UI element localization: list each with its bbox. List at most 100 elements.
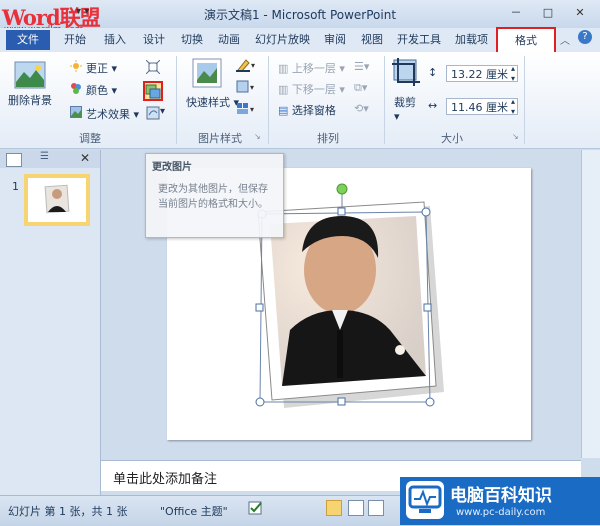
tab-developer[interactable]: 开发工具 <box>397 31 441 49</box>
rotate-icon[interactable]: ⟲▾ <box>354 102 369 115</box>
height-field[interactable]: 13.22 厘米 ▴ ▾ <box>446 64 518 83</box>
outline-tab-icon[interactable]: ☰ <box>40 151 60 165</box>
art-effects-icon <box>70 106 82 118</box>
slides-tab-icon[interactable] <box>6 153 22 167</box>
tooltip: 更改图片 更改为其他图片，但保存当前图片的格式和大小。 <box>145 153 284 238</box>
resize-handle <box>255 397 265 407</box>
slide-info: 幻灯片 第 1 张，共 1 张 <box>8 505 128 518</box>
send-backward-button[interactable]: ▥ 下移一层 ▾ <box>278 81 345 97</box>
slide-thumbnail-canvas <box>28 178 86 222</box>
width-icon: ↔ <box>428 99 438 112</box>
art-effects-button[interactable]: 艺术效果 ▾ <box>86 106 139 122</box>
picture-layout-icon[interactable]: ▾ <box>236 102 256 116</box>
selection-pane-icon: ▤ <box>278 104 289 117</box>
quick-styles-icon <box>192 58 222 88</box>
tab-review[interactable]: 审阅 <box>324 31 346 49</box>
resize-handle <box>421 207 431 217</box>
resize-handle <box>337 207 346 216</box>
tab-slideshow[interactable]: 幻灯片放映 <box>255 31 310 49</box>
picture-effects-icon[interactable]: ▾ <box>236 80 256 94</box>
art-effects-label: 艺术效果 <box>86 108 130 121</box>
sun-icon <box>70 60 82 72</box>
picture-border-icon[interactable]: ▾ <box>236 58 256 73</box>
group-separator <box>268 56 269 144</box>
maximize-button[interactable]: □ <box>538 5 558 21</box>
size-group-label: 大小 <box>441 132 463 145</box>
tab-format[interactable]: 格式 <box>496 27 556 55</box>
selection-pane-label: 选择窗格 <box>291 104 336 117</box>
tab-addins[interactable]: 加载项 <box>455 31 488 49</box>
change-picture-icon <box>145 84 161 99</box>
watermark-url-bottom: www.pc-daily.com <box>456 507 546 518</box>
bring-forward-label: 上移一层 <box>291 62 336 75</box>
correct-button[interactable]: 更正 ▾ <box>86 60 117 76</box>
notes-placeholder: 单击此处添加备注 <box>113 472 218 487</box>
adjust-group-label: 调整 <box>79 132 101 145</box>
tab-transitions[interactable]: 切换 <box>181 31 203 49</box>
reading-view-icon[interactable] <box>368 500 384 516</box>
minimize-button[interactable]: － <box>506 5 526 21</box>
svg-text:▾: ▾ <box>251 61 255 70</box>
close-button[interactable]: ✕ <box>570 5 590 21</box>
resize-handle <box>255 303 264 312</box>
resize-handle <box>337 397 346 406</box>
tooltip-title: 更改图片 <box>152 162 192 173</box>
reset-picture-button[interactable]: ▾ <box>146 106 168 120</box>
picture-styles-launcher-icon[interactable]: ↘ <box>254 132 262 141</box>
quick-styles-label: 快速样式 <box>186 96 230 109</box>
spell-check-icon[interactable] <box>248 500 264 516</box>
slide-number: 1 <box>12 180 19 193</box>
selection-pane-button[interactable]: ▤ 选择窗格 <box>278 102 336 118</box>
group-separator <box>176 56 177 144</box>
send-backward-label: 下移一层 <box>291 83 336 96</box>
tab-home[interactable]: 开始 <box>64 31 86 49</box>
group-icon[interactable]: ⧉▾ <box>354 81 367 95</box>
correct-label: 更正 <box>86 62 108 75</box>
change-picture-button[interactable] <box>143 81 163 101</box>
crop-icon <box>392 58 420 86</box>
width-field[interactable]: 11.46 厘米 ▴ ▾ <box>446 97 518 116</box>
remove-background-icon <box>14 60 46 90</box>
quick-styles-button[interactable]: 快速样式 ▾ <box>186 94 239 110</box>
watermark-logo-bottom: 电脑百科知识 www.pc-daily.com <box>400 477 600 525</box>
remove-background-button[interactable]: 删除背景 <box>8 92 52 108</box>
svg-text:▾: ▾ <box>250 105 254 114</box>
group-separator <box>384 56 385 144</box>
watermark-brand-bottom: 电脑百科知识 <box>450 486 552 506</box>
thumbnail-photo-icon <box>44 184 70 214</box>
tab-insert[interactable]: 插入 <box>104 31 126 49</box>
palette-icon <box>70 82 82 94</box>
tab-view[interactable]: 视图 <box>361 31 383 49</box>
rotate-handle <box>336 183 348 195</box>
height-value: 13.22 厘米 <box>451 68 508 81</box>
tab-design[interactable]: 设计 <box>143 31 165 49</box>
monitor-icon <box>406 481 444 519</box>
resize-handle <box>425 397 435 407</box>
tooltip-body: 更改为其他图片，但保存当前图片的格式和大小。 <box>158 184 268 210</box>
group-separator <box>524 56 525 144</box>
slide-thumbnail[interactable] <box>24 174 90 226</box>
color-button[interactable]: 颜色 ▾ <box>86 82 117 98</box>
theme-name[interactable]: "Office 主题" <box>160 503 228 519</box>
slide-sorter-icon[interactable] <box>348 500 364 516</box>
size-launcher-icon[interactable]: ↘ <box>512 132 520 141</box>
vertical-scrollbar[interactable] <box>581 150 600 458</box>
normal-view-icon[interactable] <box>326 500 342 516</box>
reset-picture-icon <box>146 106 160 120</box>
bring-forward-button[interactable]: ▥ 上移一层 ▾ <box>278 60 345 76</box>
svg-text:▾: ▾ <box>250 83 254 92</box>
tab-animations[interactable]: 动画 <box>218 31 240 49</box>
compress-pictures-icon[interactable] <box>145 59 161 75</box>
picture-styles-group-label: 图片样式 <box>198 132 242 145</box>
height-icon: ↕ <box>428 66 438 79</box>
minimize-ribbon-icon[interactable]: ︿ <box>560 32 570 47</box>
crop-button[interactable]: 裁剪 ▾ <box>394 94 416 123</box>
width-value: 11.46 厘米 <box>451 101 508 114</box>
close-panel-icon[interactable]: ✕ <box>80 151 90 165</box>
help-icon[interactable]: ? <box>578 30 592 44</box>
resize-handle <box>423 303 432 312</box>
align-icon[interactable]: ☰▾ <box>354 60 369 73</box>
arrange-group-label: 排列 <box>317 132 339 145</box>
crop-label: 裁剪 <box>394 96 416 109</box>
tab-file[interactable]: 文件 <box>6 30 50 50</box>
